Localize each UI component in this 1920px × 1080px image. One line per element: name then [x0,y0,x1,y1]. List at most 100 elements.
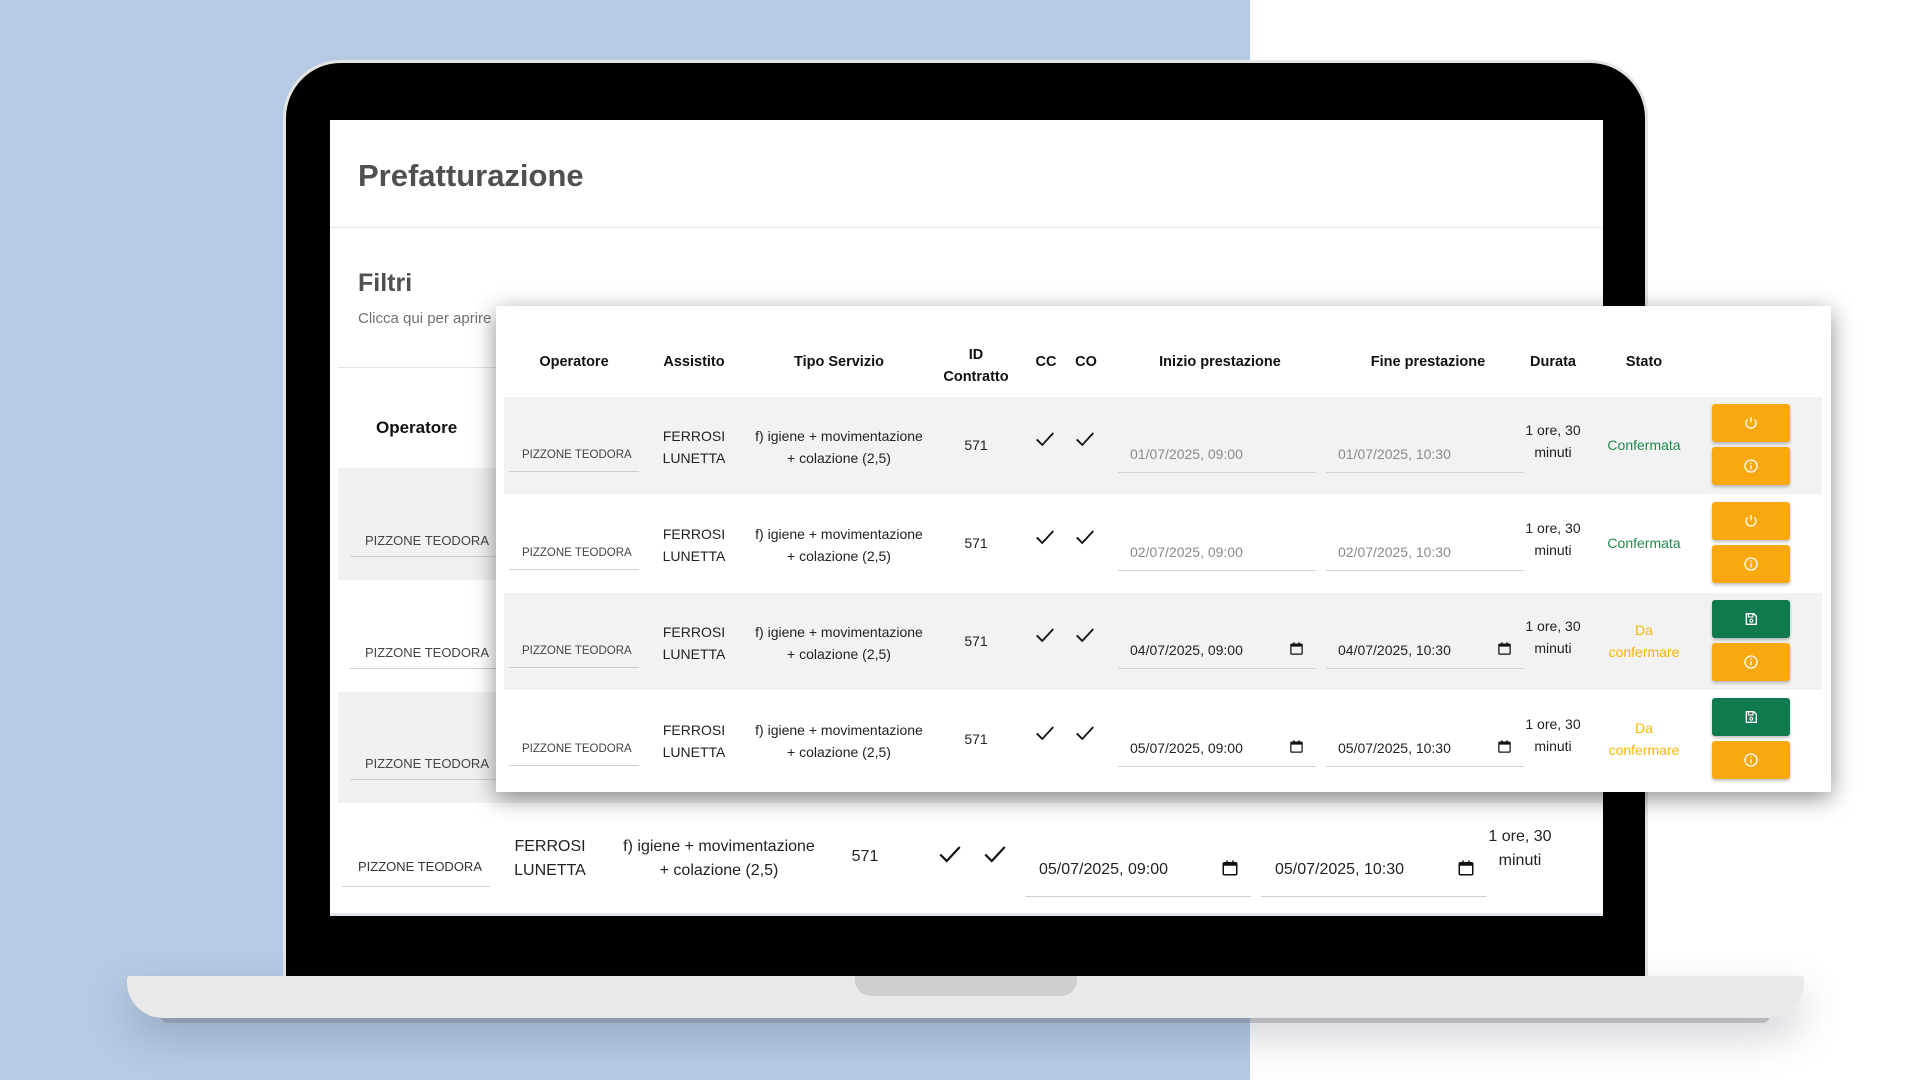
laptop-notch [855,976,1077,996]
operator-select[interactable]: PIZZONE TEODORA [365,756,489,771]
save-icon [1745,613,1757,625]
table-row: PIZZONE TEODORA FERROSI LUNETTA f) igien… [504,397,1822,494]
inizio-date-input[interactable]: 05/07/2025, 09:00 [1025,859,1251,897]
info-icon [1744,459,1758,473]
filters-divider [338,367,518,368]
screen-bottom-edge [330,913,1603,916]
id-contratto-cell: 571 [964,535,988,551]
operator-select[interactable]: PIZZONE TEODORA [365,533,489,548]
cc-check-icon [1036,432,1054,447]
servizio-cell: f) igiene + movimentazione + colazione (… [755,624,923,662]
cc-check-icon [1036,628,1054,643]
save-icon [1745,711,1757,723]
co-check-icon [1076,726,1094,741]
co-check-icon [1076,432,1094,447]
info-button[interactable] [1712,643,1790,681]
calendar-icon[interactable] [1497,641,1512,656]
durata-cell: 1 ore, 30 minuti [1525,520,1581,558]
assistito-cell: FERROSI LUNETTA [662,624,726,662]
operator-underline [509,569,639,570]
cc-check-icon [939,846,961,863]
reset-button[interactable] [1712,502,1790,540]
durata-cell: 1 ore, 30 minuti [1488,828,1552,869]
status-badge: Confermata [1607,535,1681,551]
fine-date-input[interactable]: 05/07/2025, 10:30 [1261,859,1487,897]
operator-underline [509,667,639,668]
header-tipo-servizio: Tipo Servizio [794,354,884,370]
info-button[interactable] [1712,741,1790,779]
operator-select[interactable]: PIZZONE TEODORA [358,859,482,874]
cc-check-icon [1036,726,1054,741]
info-icon [1744,753,1758,767]
durata-cell: 1 ore, 30 minuti [1525,618,1581,656]
status-badge: Da confermare [1608,720,1680,758]
operator-select[interactable]: PIZZONE TEODORA [522,547,632,559]
co-check-icon [1076,628,1094,643]
header-cc: CC [1035,354,1057,370]
power-icon [1745,417,1757,429]
reset-button[interactable] [1712,404,1790,442]
calendar-icon[interactable] [1457,859,1475,877]
table-row: PIZZONE TEODORA FERROSI LUNETTA f) igien… [504,593,1822,690]
header-co: CO [1075,354,1097,370]
inizio-date-input[interactable]: 04/07/2025, 09:00 [1118,639,1316,669]
durata-cell: 1 ore, 30 minuti [1525,716,1581,754]
co-check-icon [1076,530,1094,545]
page-title: Prefatturazione [358,158,584,193]
assistito-cell: FERROSI LUNETTA [662,722,726,760]
info-button[interactable] [1712,545,1790,583]
calendar-icon[interactable] [1289,739,1304,754]
save-button[interactable] [1712,698,1790,736]
header-divider [330,227,1603,228]
header-operatore: Operatore [539,354,609,370]
header-assistito: Assistito [663,354,725,370]
info-icon [1744,557,1758,571]
fine-date-field: 01/07/2025, 10:30 [1326,443,1524,473]
calendar-icon[interactable] [1497,739,1512,754]
header-fine-prestazione: Fine prestazione [1370,354,1486,370]
operator-underline [350,556,498,557]
background-table-row[interactable]: PIZZONE TEODORA FERROSI LUNETTA f) igien… [330,803,1603,916]
assistito-cell: FERROSI LUNETTA [514,838,586,879]
operator-column-header: Operatore [376,418,458,437]
fine-date-input[interactable]: 05/07/2025, 10:30 [1326,737,1524,767]
servizio-cell: f) igiene + movimentazione + colazione (… [755,428,923,466]
calendar-icon[interactable] [1221,859,1239,877]
operator-select[interactable]: PIZZONE TEODORA [522,743,632,755]
assistito-cell: FERROSI LUNETTA [662,526,726,564]
co-check-icon [984,846,1006,863]
status-badge: Confermata [1607,437,1681,453]
id-contratto-cell: 571 [964,633,988,649]
header-durata: Durata [1530,354,1576,370]
filters-title: Filtri [358,269,413,297]
header-inizio-prestazione: Inizio prestazione [1159,354,1281,370]
operator-select[interactable]: PIZZONE TEODORA [522,449,632,461]
calendar-icon[interactable] [1289,641,1304,656]
operator-underline [350,668,498,669]
fine-date-field: 02/07/2025, 10:30 [1326,541,1524,571]
info-icon [1744,655,1758,669]
fine-date-input[interactable]: 04/07/2025, 10:30 [1326,639,1524,669]
filters-toggle-link[interactable]: Clicca qui per aprire [358,310,491,327]
status-badge: Da confermare [1608,622,1680,660]
servizio-cell: f) igiene + movimentazione + colazione (… [755,526,923,564]
info-button[interactable] [1712,447,1790,485]
table-row: PIZZONE TEODORA FERROSI LUNETTA f) igien… [504,691,1822,788]
table-row: PIZZONE TEODORA FERROSI LUNETTA f) igien… [504,495,1822,592]
operator-select[interactable]: PIZZONE TEODORA [522,645,632,657]
operator-underline [509,765,639,766]
header-stato: Stato [1625,354,1663,370]
operator-select[interactable]: PIZZONE TEODORA [365,645,489,660]
power-icon [1745,515,1757,527]
id-contratto-cell: 571 [851,848,879,865]
operator-underline [509,471,639,472]
save-button[interactable] [1712,600,1790,638]
cc-check-icon [1036,530,1054,545]
operator-underline [350,779,498,780]
table-header: Operatore Assistito Tipo Servizio ID Con… [504,306,1822,396]
header-id-contratto: ID Contratto [943,347,1009,385]
id-contratto-cell: 571 [964,437,988,453]
inizio-date-field: 01/07/2025, 09:00 [1118,443,1316,473]
durata-cell: 1 ore, 30 minuti [1525,422,1581,460]
inizio-date-input[interactable]: 05/07/2025, 09:00 [1118,737,1316,767]
